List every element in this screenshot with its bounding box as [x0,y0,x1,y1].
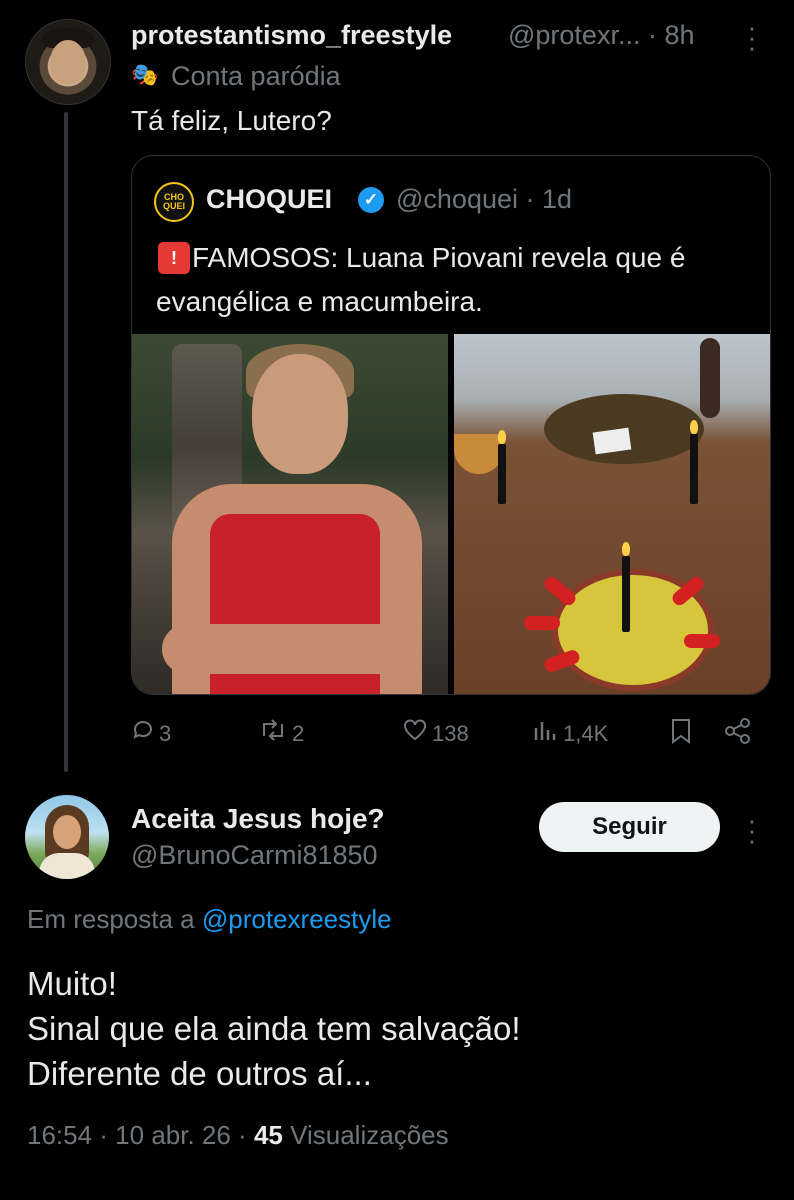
red-pepper [524,616,560,630]
quoted-tweet-text: FAMOSOS: Luana Piovani revela que é evan… [156,242,686,317]
reply-views-count: 45 [253,1120,283,1150]
parody-mask-icon: 🎭 [131,62,159,87]
avatar-face [53,815,81,849]
views-button[interactable]: 1,4K [533,718,608,749]
reply-icon [131,718,155,749]
reply-count: 3 [159,720,172,746]
siren-emoji-icon: ! [158,242,190,274]
verified-badge-icon: ✓ [358,187,384,213]
photo-face [252,354,348,474]
author-name[interactable]: protestantismo_freestyle [131,20,452,51]
reply-line: Sinal que ela ainda tem salvação! [27,1010,521,1047]
replying-prefix: Em resposta a [27,904,195,934]
reply-meta: 16:54 · 10 abr. 26 · 45 Visualizações [27,1120,449,1151]
bookmark-button[interactable] [670,718,696,751]
quoted-author-handle-time[interactable]: @choquei · 1d [396,184,572,215]
candle-flame [498,430,506,444]
thread-line [64,112,68,772]
like-count: 138 [432,720,469,746]
reply-line: Muito! [27,965,117,1002]
statue [700,338,720,418]
black-candle [622,556,630,632]
bookmark-icon [670,718,692,751]
black-candle [690,434,698,504]
photo-crossed-arms [162,624,422,674]
red-pepper [684,634,720,648]
candle-flame [622,542,630,556]
candle-flame [690,420,698,434]
more-options-icon[interactable]: · · · [745,14,759,60]
tweet-text: Tá feliz, Lutero? [131,105,332,136]
like-button[interactable]: 138 [402,718,469,749]
reply-text: Muito! Sinal que ela ainda tem salvação!… [27,961,767,1096]
quoted-tweet-time[interactable]: · 1d [526,184,573,214]
black-candle [498,444,506,504]
repost-count: 2 [292,720,305,746]
heart-icon [402,718,428,749]
tweet-time[interactable]: · 8h [648,20,695,50]
bowl [454,434,504,474]
more-options-icon[interactable]: · · · [745,807,759,853]
reply-line: Diferente de outros aí... [27,1055,372,1092]
share-icon [724,718,752,751]
avatar-face [50,40,86,84]
reply-button[interactable]: 3 [131,718,171,749]
reply-views-label: Visualizações [290,1120,449,1150]
share-button[interactable] [724,718,756,751]
quoted-author-avatar[interactable]: CHO QUEI [154,182,194,222]
repost-button[interactable]: 2 [258,718,304,749]
author-handle-time[interactable]: @protexr... · 8h [508,20,695,51]
reply-timestamp[interactable]: 16:54 · 10 abr. 26 · [27,1120,247,1150]
quoted-author-handle[interactable]: @choquei [396,184,518,214]
woman-in-red-dress-photo[interactable] [132,334,448,694]
views-chart-icon [533,718,559,749]
reply-author-handle[interactable]: @BrunoCarmi81850 [131,840,378,871]
parody-label: Conta paródia [171,61,341,91]
author-avatar[interactable] [25,19,111,105]
replying-to-handle[interactable]: @protexreestyle [202,904,392,934]
reply-author-avatar[interactable] [25,795,109,879]
author-handle[interactable]: @protexr... [508,20,640,50]
repost-icon [258,718,288,749]
replying-to: Em resposta a @protexreestyle [27,904,392,935]
reply-author-name[interactable]: Aceita Jesus hoje? [131,803,385,835]
follow-button[interactable]: Seguir [539,802,720,852]
quoted-tweet-card[interactable]: CHO QUEI CHOQUEI ✓ @choquei · 1d FAMOSOS… [131,155,771,695]
quoted-author-name[interactable]: CHOQUEI [206,184,332,215]
avatar-robe [39,853,95,879]
ritual-offering-photo[interactable] [454,334,770,694]
views-count: 1,4K [563,720,609,746]
